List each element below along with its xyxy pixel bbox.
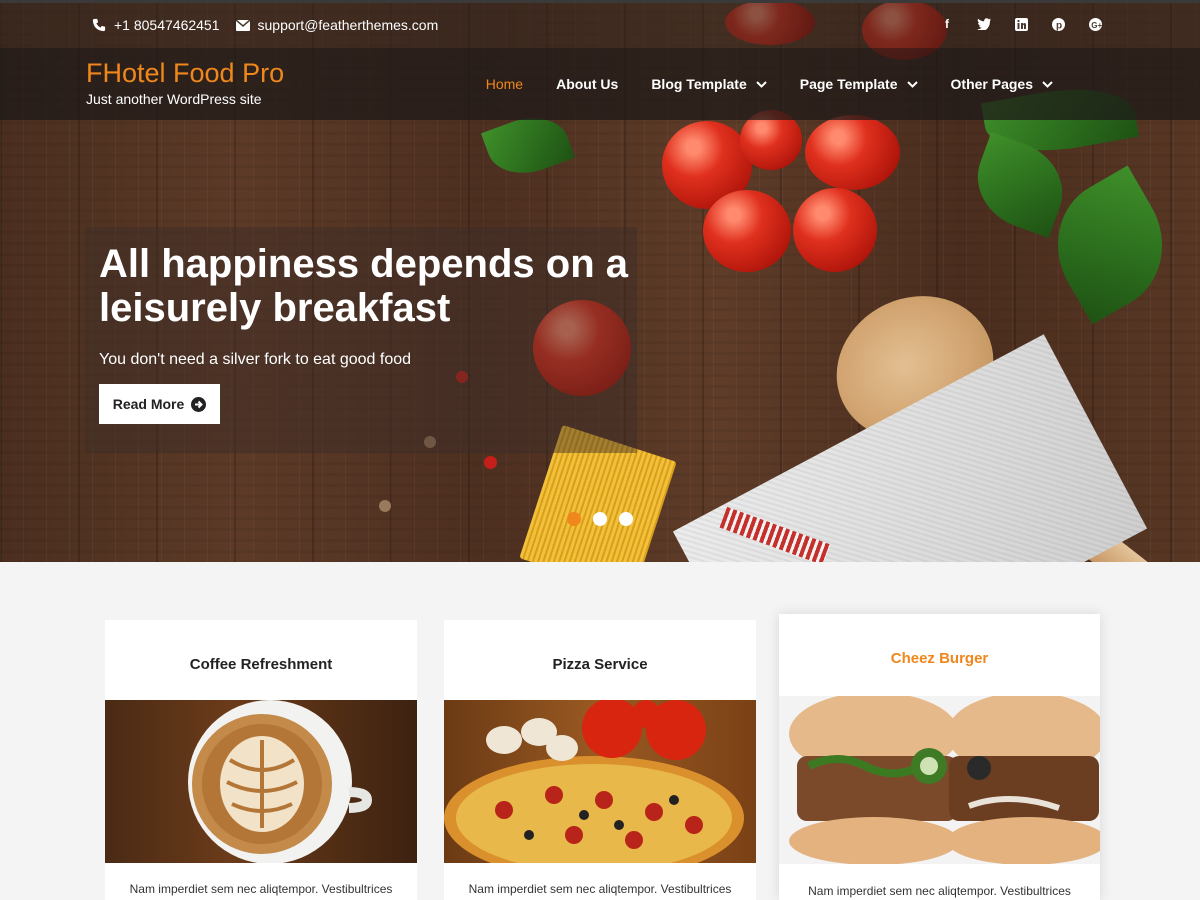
phone-icon <box>92 18 106 32</box>
site-title[interactable]: FHotel Food Pro <box>86 58 284 89</box>
top-bar: +1 80547462451 support@featherthemes.com… <box>0 0 1200 48</box>
svg-text:p: p <box>1056 20 1062 31</box>
twitter-icon[interactable] <box>976 16 992 32</box>
main-menu: Home About Us Blog Template Page Templat… <box>453 76 1053 92</box>
card-title[interactable]: Cheez Burger <box>779 650 1100 667</box>
peppercorn <box>379 500 391 512</box>
slider-dot-3[interactable] <box>619 512 633 526</box>
menu-item-blog-template[interactable]: Blog Template <box>651 76 767 92</box>
slider-dot-2[interactable] <box>593 512 607 526</box>
service-card-burger[interactable]: Cheez Burger Nam imperdiet sem nec aliqt… <box>779 614 1100 900</box>
menu-item-home[interactable]: Home <box>486 76 523 92</box>
slider-dot-1[interactable] <box>567 512 581 526</box>
chevron-down-icon <box>756 80 767 88</box>
coffee-cup-illustration <box>188 700 373 863</box>
card-title[interactable]: Pizza Service <box>444 656 756 673</box>
card-image-coffee[interactable] <box>105 700 417 863</box>
hero-subtitle: You don't need a silver fork to eat good… <box>99 351 412 368</box>
contact-info: +1 80547462451 support@featherthemes.com <box>92 17 454 33</box>
card-image-pizza[interactable] <box>444 700 756 863</box>
site-tagline: Just another WordPress site <box>86 91 262 107</box>
hero-title: All happiness depends on a leisurely bre… <box>99 242 628 330</box>
tomato <box>805 115 900 190</box>
arrow-circle-right-icon <box>191 396 207 412</box>
read-more-button[interactable]: Read More <box>99 384 220 424</box>
menu-item-page-template[interactable]: Page Template <box>800 76 918 92</box>
service-card-pizza[interactable]: Pizza Service Nam imperdiet sem nec aliq… <box>444 620 756 900</box>
chevron-down-icon <box>1042 80 1053 88</box>
slider-pagination <box>567 512 645 526</box>
card-excerpt: Nam imperdiet sem nec aliqtempor. Vestib… <box>468 882 732 896</box>
email-address: support@featherthemes.com <box>257 17 439 33</box>
card-excerpt: Nam imperdiet sem nec aliqtempor. Vestib… <box>808 884 1071 898</box>
social-links: f p G+ <box>918 16 1103 32</box>
main-header: FHotel Food Pro Just another WordPress s… <box>0 48 1200 120</box>
pizza-illustration <box>444 700 744 863</box>
phone-contact[interactable]: +1 80547462451 <box>92 17 220 33</box>
pinterest-icon[interactable]: p <box>1050 16 1066 32</box>
chevron-down-icon <box>906 80 918 88</box>
svg-text:G+: G+ <box>1091 20 1102 29</box>
burger-illustration <box>789 696 1100 864</box>
envelope-icon <box>235 19 250 31</box>
tomato <box>703 190 791 272</box>
phone-number: +1 80547462451 <box>114 17 220 33</box>
card-excerpt: Nam imperdiet sem nec aliqtempor. Vestib… <box>129 882 393 896</box>
linkedin-icon[interactable] <box>1013 16 1029 32</box>
card-title[interactable]: Coffee Refreshment <box>105 656 417 673</box>
peppercorn <box>484 456 497 469</box>
google-plus-icon[interactable]: G+ <box>1087 16 1103 32</box>
card-image-burger[interactable] <box>779 696 1100 864</box>
service-card-coffee[interactable]: Coffee Refreshment Nam imperdiet sem nec… <box>105 620 417 900</box>
facebook-icon[interactable]: f <box>939 16 955 32</box>
tomato <box>793 188 877 272</box>
site-branding: FHotel Food Pro Just another WordPress s… <box>86 58 284 107</box>
menu-item-other-pages[interactable]: Other Pages <box>951 76 1053 92</box>
email-contact[interactable]: support@featherthemes.com <box>235 17 439 33</box>
menu-item-about-us[interactable]: About Us <box>556 76 618 92</box>
